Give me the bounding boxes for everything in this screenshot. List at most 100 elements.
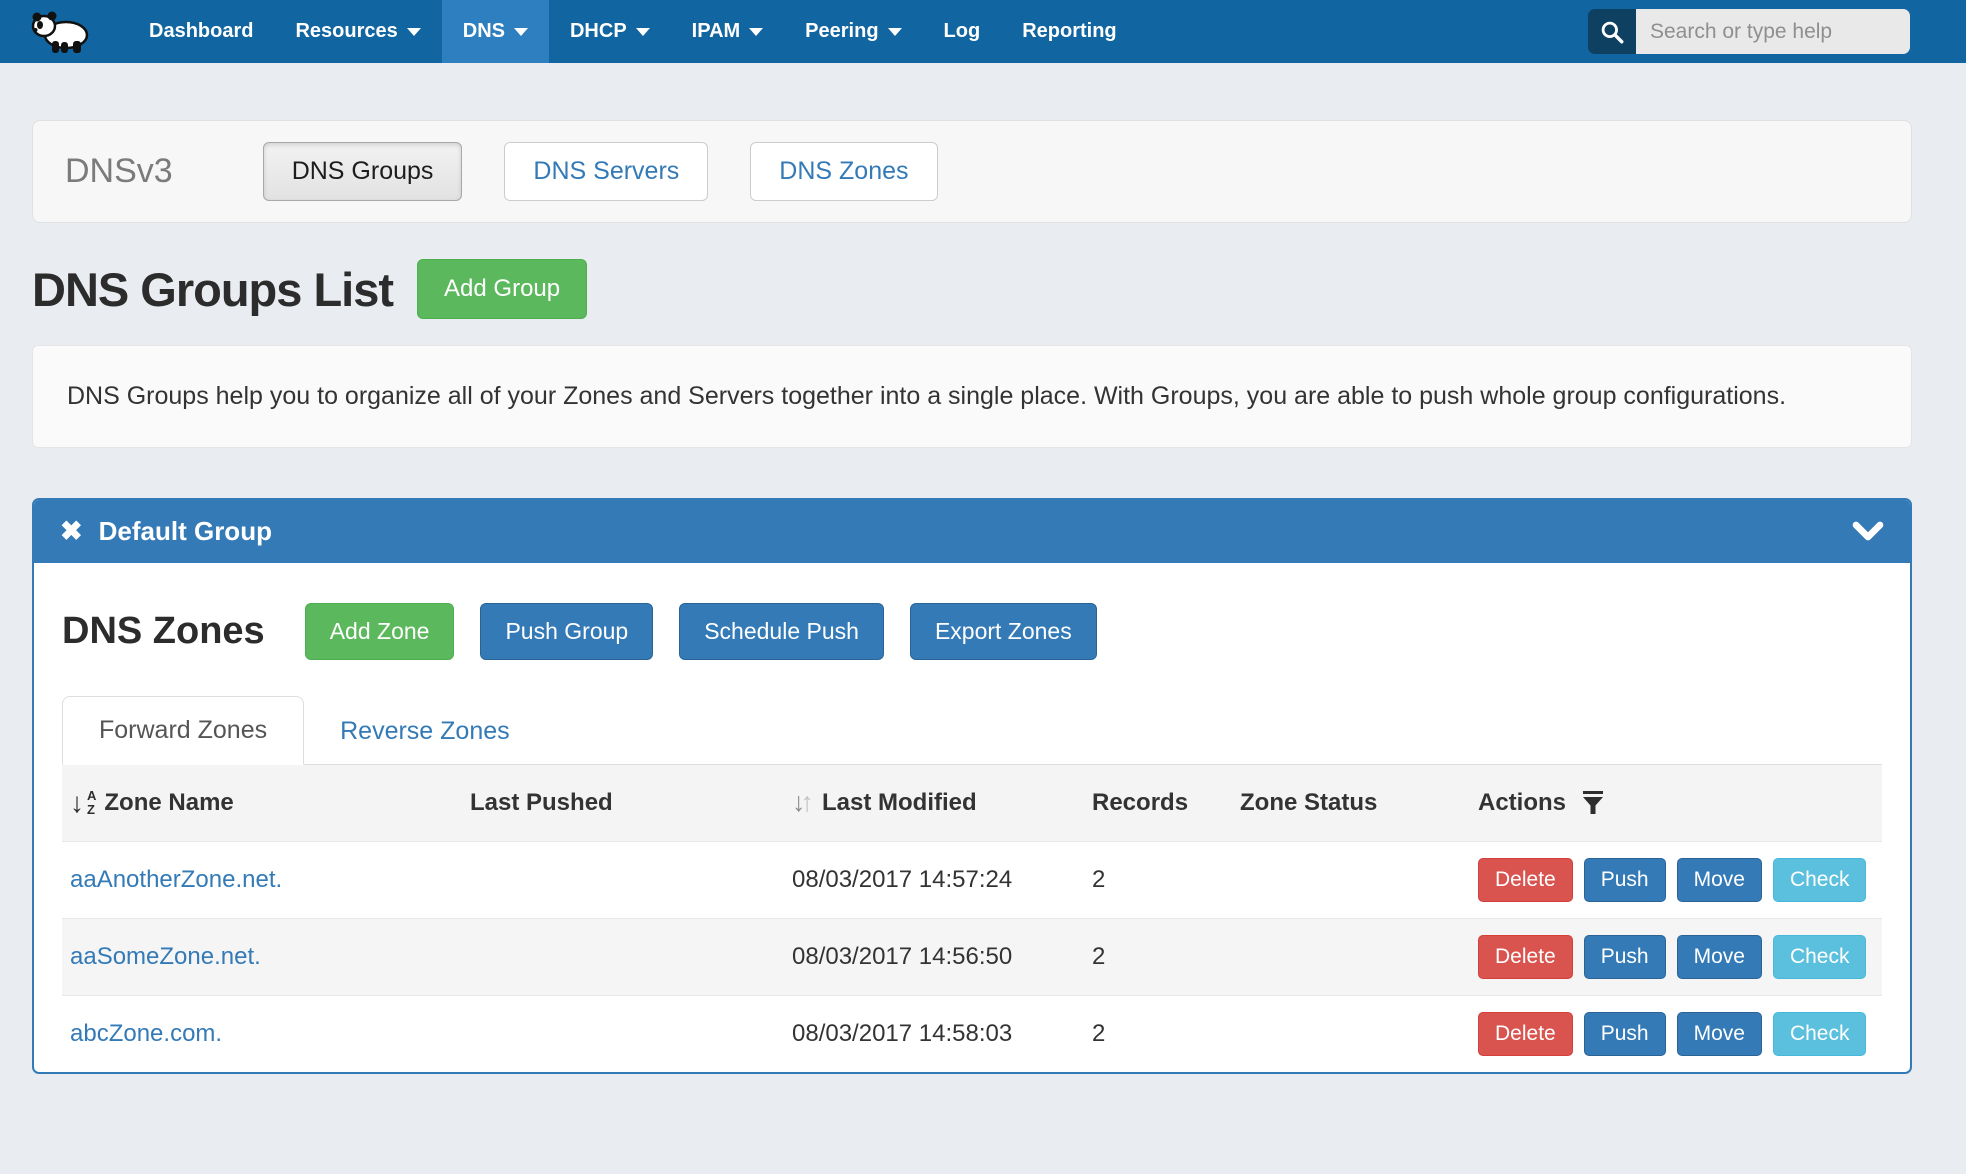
delete-button[interactable]: Delete (1478, 935, 1573, 979)
table-row: aaAnotherZone.net. 08/03/2017 14:57:24 2… (62, 841, 1882, 918)
description-text: DNS Groups help you to organize all of y… (67, 376, 1877, 417)
zone-name-link[interactable]: aaAnotherZone.net. (70, 866, 282, 893)
group-panel-title: Default Group (99, 516, 272, 547)
group-panel-header[interactable]: ✖ Default Group (34, 500, 1910, 563)
tab-forward-zones[interactable]: Forward Zones (62, 696, 304, 765)
column-header-zone-status[interactable]: Zone Status (1232, 765, 1470, 842)
navbar-search (1588, 9, 1910, 54)
zones-tabs: Forward Zones Reverse Zones (62, 696, 1882, 765)
delete-button[interactable]: Delete (1478, 858, 1573, 902)
actions-cell: Delete Push Move Check (1470, 918, 1882, 995)
schedule-push-button[interactable]: Schedule Push (679, 603, 884, 660)
caret-down-icon (407, 28, 421, 36)
panda-logo[interactable] (30, 9, 94, 55)
records-cell: 2 (1084, 841, 1232, 918)
dns-zones-button[interactable]: DNS Zones (750, 142, 937, 201)
nav-item-resources[interactable]: Resources (274, 0, 441, 63)
description-box: DNS Groups help you to organize all of y… (32, 345, 1912, 448)
column-label: Last Modified (822, 789, 977, 817)
search-input[interactable] (1636, 9, 1910, 54)
nav-item-reporting[interactable]: Reporting (1001, 0, 1137, 63)
column-header-records[interactable]: Records (1084, 765, 1232, 842)
move-button[interactable]: Move (1677, 935, 1762, 979)
column-header-actions[interactable]: Actions (1470, 765, 1882, 842)
nav-item-dns[interactable]: DNS (442, 0, 549, 63)
column-label: Actions (1478, 789, 1566, 817)
zones-actions-row: DNS Zones Add Zone Push Group Schedule P… (62, 603, 1882, 660)
chevron-down-icon[interactable] (1852, 521, 1884, 541)
zone-name-cell: aaSomeZone.net. (62, 918, 462, 995)
nav-label: Resources (295, 20, 397, 43)
zone-name-cell: abcZone.com. (62, 995, 462, 1072)
export-zones-button[interactable]: Export Zones (910, 603, 1097, 660)
top-navbar: Dashboard Resources DNS DHCP IPAM Peerin… (0, 0, 1966, 63)
column-label: Last Pushed (470, 789, 613, 817)
zone-status-cell (1232, 841, 1470, 918)
zone-status-cell (1232, 995, 1470, 1072)
move-button[interactable]: Move (1677, 858, 1762, 902)
dns-servers-button[interactable]: DNS Servers (504, 142, 708, 201)
sort-icon: ↓↑ (792, 789, 814, 816)
dns-groups-button[interactable]: DNS Groups (263, 142, 463, 201)
nav-label: IPAM (692, 20, 741, 43)
move-button[interactable]: Move (1677, 1012, 1762, 1056)
actions-cell: Delete Push Move Check (1470, 995, 1882, 1072)
remove-group-icon[interactable]: ✖ (60, 518, 83, 545)
delete-button[interactable]: Delete (1478, 1012, 1573, 1056)
zones-table: ↓AZ Zone Name Last Pushed ↓↑ Last Modifi… (62, 765, 1882, 1072)
tab-reverse-zones[interactable]: Reverse Zones (304, 698, 546, 765)
panda-logo-image (30, 9, 94, 55)
add-zone-button[interactable]: Add Zone (305, 603, 455, 660)
nav-label: DHCP (570, 20, 627, 43)
column-label: Zone Status (1240, 789, 1377, 817)
nav-label: DNS (463, 20, 505, 43)
dnsv3-title: DNSv3 (65, 152, 173, 191)
push-group-button[interactable]: Push Group (480, 603, 653, 660)
check-button[interactable]: Check (1773, 1012, 1867, 1056)
nav-item-ipam[interactable]: IPAM (671, 0, 785, 63)
zone-name-link[interactable]: aaSomeZone.net. (70, 943, 261, 970)
zone-name-link[interactable]: abcZone.com. (70, 1020, 222, 1047)
nav-label: Dashboard (149, 20, 253, 43)
last-modified-cell: 08/03/2017 14:58:03 (784, 995, 1084, 1072)
sort-alpha-asc-icon: ↓AZ (70, 789, 96, 817)
search-icon (1599, 19, 1625, 45)
table-row: aaSomeZone.net. 08/03/2017 14:56:50 2 De… (62, 918, 1882, 995)
caret-down-icon (749, 28, 763, 36)
nav-item-dhcp[interactable]: DHCP (549, 0, 671, 63)
actions-cell: Delete Push Move Check (1470, 841, 1882, 918)
nav-label: Peering (805, 20, 878, 43)
search-button[interactable] (1588, 9, 1636, 54)
caret-down-icon (888, 28, 902, 36)
check-button[interactable]: Check (1773, 858, 1867, 902)
caret-down-icon (636, 28, 650, 36)
push-button[interactable]: Push (1584, 935, 1666, 979)
nav-item-peering[interactable]: Peering (784, 0, 922, 63)
push-button[interactable]: Push (1584, 858, 1666, 902)
dns-zones-heading: DNS Zones (62, 610, 265, 653)
default-group-panel: ✖ Default Group DNS Zones Add Zone Push … (32, 498, 1912, 1074)
nav-label: Log (944, 20, 981, 43)
last-pushed-cell (462, 995, 784, 1072)
column-header-last-modified[interactable]: ↓↑ Last Modified (784, 765, 1084, 842)
zone-status-cell (1232, 918, 1470, 995)
column-label: Records (1092, 789, 1188, 817)
check-button[interactable]: Check (1773, 935, 1867, 979)
zone-name-cell: aaAnotherZone.net. (62, 841, 462, 918)
records-cell: 2 (1084, 995, 1232, 1072)
column-header-last-pushed[interactable]: Last Pushed (462, 765, 784, 842)
page-title-row: DNS Groups List Add Group (32, 259, 1912, 319)
dnsv3-toolbar: DNSv3 DNS Groups DNS Servers DNS Zones (32, 120, 1912, 223)
group-panel-body: DNS Zones Add Zone Push Group Schedule P… (34, 563, 1910, 1072)
table-row: abcZone.com. 08/03/2017 14:58:03 2 Delet… (62, 995, 1882, 1072)
main-nav: Dashboard Resources DNS DHCP IPAM Peerin… (128, 0, 1138, 63)
push-button[interactable]: Push (1584, 1012, 1666, 1056)
column-header-zone-name[interactable]: ↓AZ Zone Name (62, 765, 462, 842)
nav-item-dashboard[interactable]: Dashboard (128, 0, 274, 63)
nav-item-log[interactable]: Log (923, 0, 1002, 63)
add-group-button[interactable]: Add Group (417, 259, 587, 319)
filter-icon[interactable] (1582, 791, 1604, 815)
column-label: Zone Name (104, 789, 233, 817)
last-modified-cell: 08/03/2017 14:57:24 (784, 841, 1084, 918)
page-title: DNS Groups List (32, 262, 393, 317)
